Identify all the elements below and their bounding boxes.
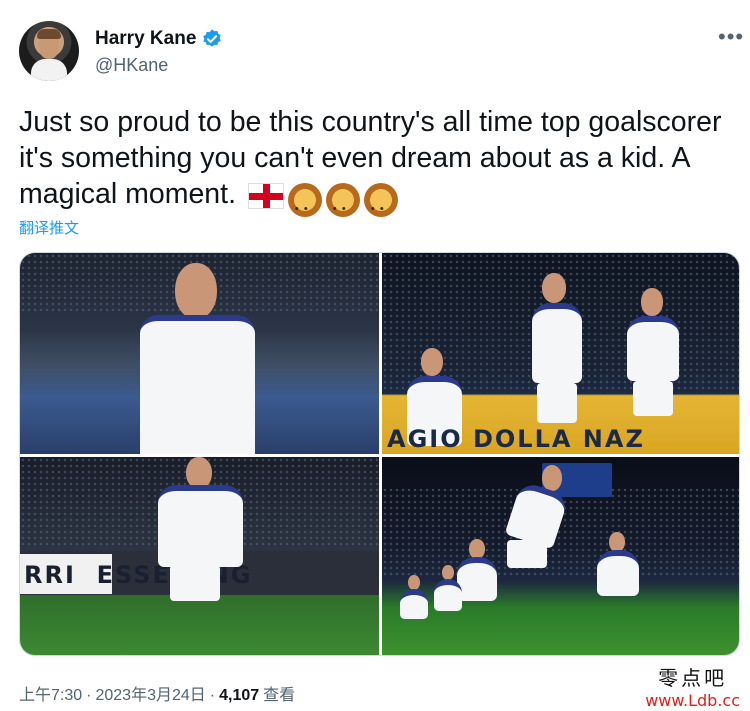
meta-separator: · bbox=[209, 687, 216, 704]
photo-2[interactable]: AGIO DOLLA NAZ bbox=[382, 253, 739, 454]
emoji-row bbox=[247, 183, 398, 227]
more-options-icon[interactable]: ••• bbox=[718, 26, 744, 48]
photo-3[interactable]: RRI ESSELUNG bbox=[20, 457, 379, 655]
translate-tweet-link[interactable]: 翻译推文 bbox=[19, 217, 79, 238]
avatar[interactable] bbox=[19, 21, 79, 81]
banner-text: AGIO DOLLA NAZ bbox=[387, 425, 645, 453]
tweet-date[interactable]: 2023年3月24日 bbox=[95, 681, 205, 705]
lion-icon bbox=[325, 183, 360, 227]
photo-1[interactable] bbox=[20, 253, 379, 454]
tweet-text: Just so proud to be this country's all t… bbox=[19, 104, 739, 227]
tweet-card: Harry Kane @HKane ••• Just so proud to b… bbox=[0, 0, 750, 711]
watermark: 零点吧 www.Ldb.cc bbox=[645, 662, 740, 710]
meta-separator: · bbox=[86, 687, 92, 704]
england-flag-icon bbox=[247, 183, 284, 209]
author-handle[interactable]: @HKane bbox=[95, 55, 168, 76]
lion-icon bbox=[363, 183, 398, 227]
views-label[interactable]: 查看 bbox=[263, 681, 295, 705]
author-name-row[interactable]: Harry Kane bbox=[95, 28, 223, 50]
tweet-meta: 上午7:30 · 2023年3月24日 · 4,107 查看 bbox=[19, 681, 295, 705]
lion-icon bbox=[287, 183, 322, 227]
watermark-text: 零点吧 bbox=[658, 666, 728, 690]
verified-badge-icon bbox=[203, 29, 222, 47]
tweet-time[interactable]: 上午7:30 bbox=[19, 681, 82, 705]
views-count[interactable]: 4,107 bbox=[219, 687, 259, 705]
display-name[interactable]: Harry Kane bbox=[95, 28, 196, 50]
photo-4[interactable] bbox=[382, 457, 739, 655]
media-grid: AGIO DOLLA NAZ RRI ESSELUNG bbox=[19, 252, 740, 656]
watermark-url: www.Ldb.cc bbox=[645, 691, 740, 710]
